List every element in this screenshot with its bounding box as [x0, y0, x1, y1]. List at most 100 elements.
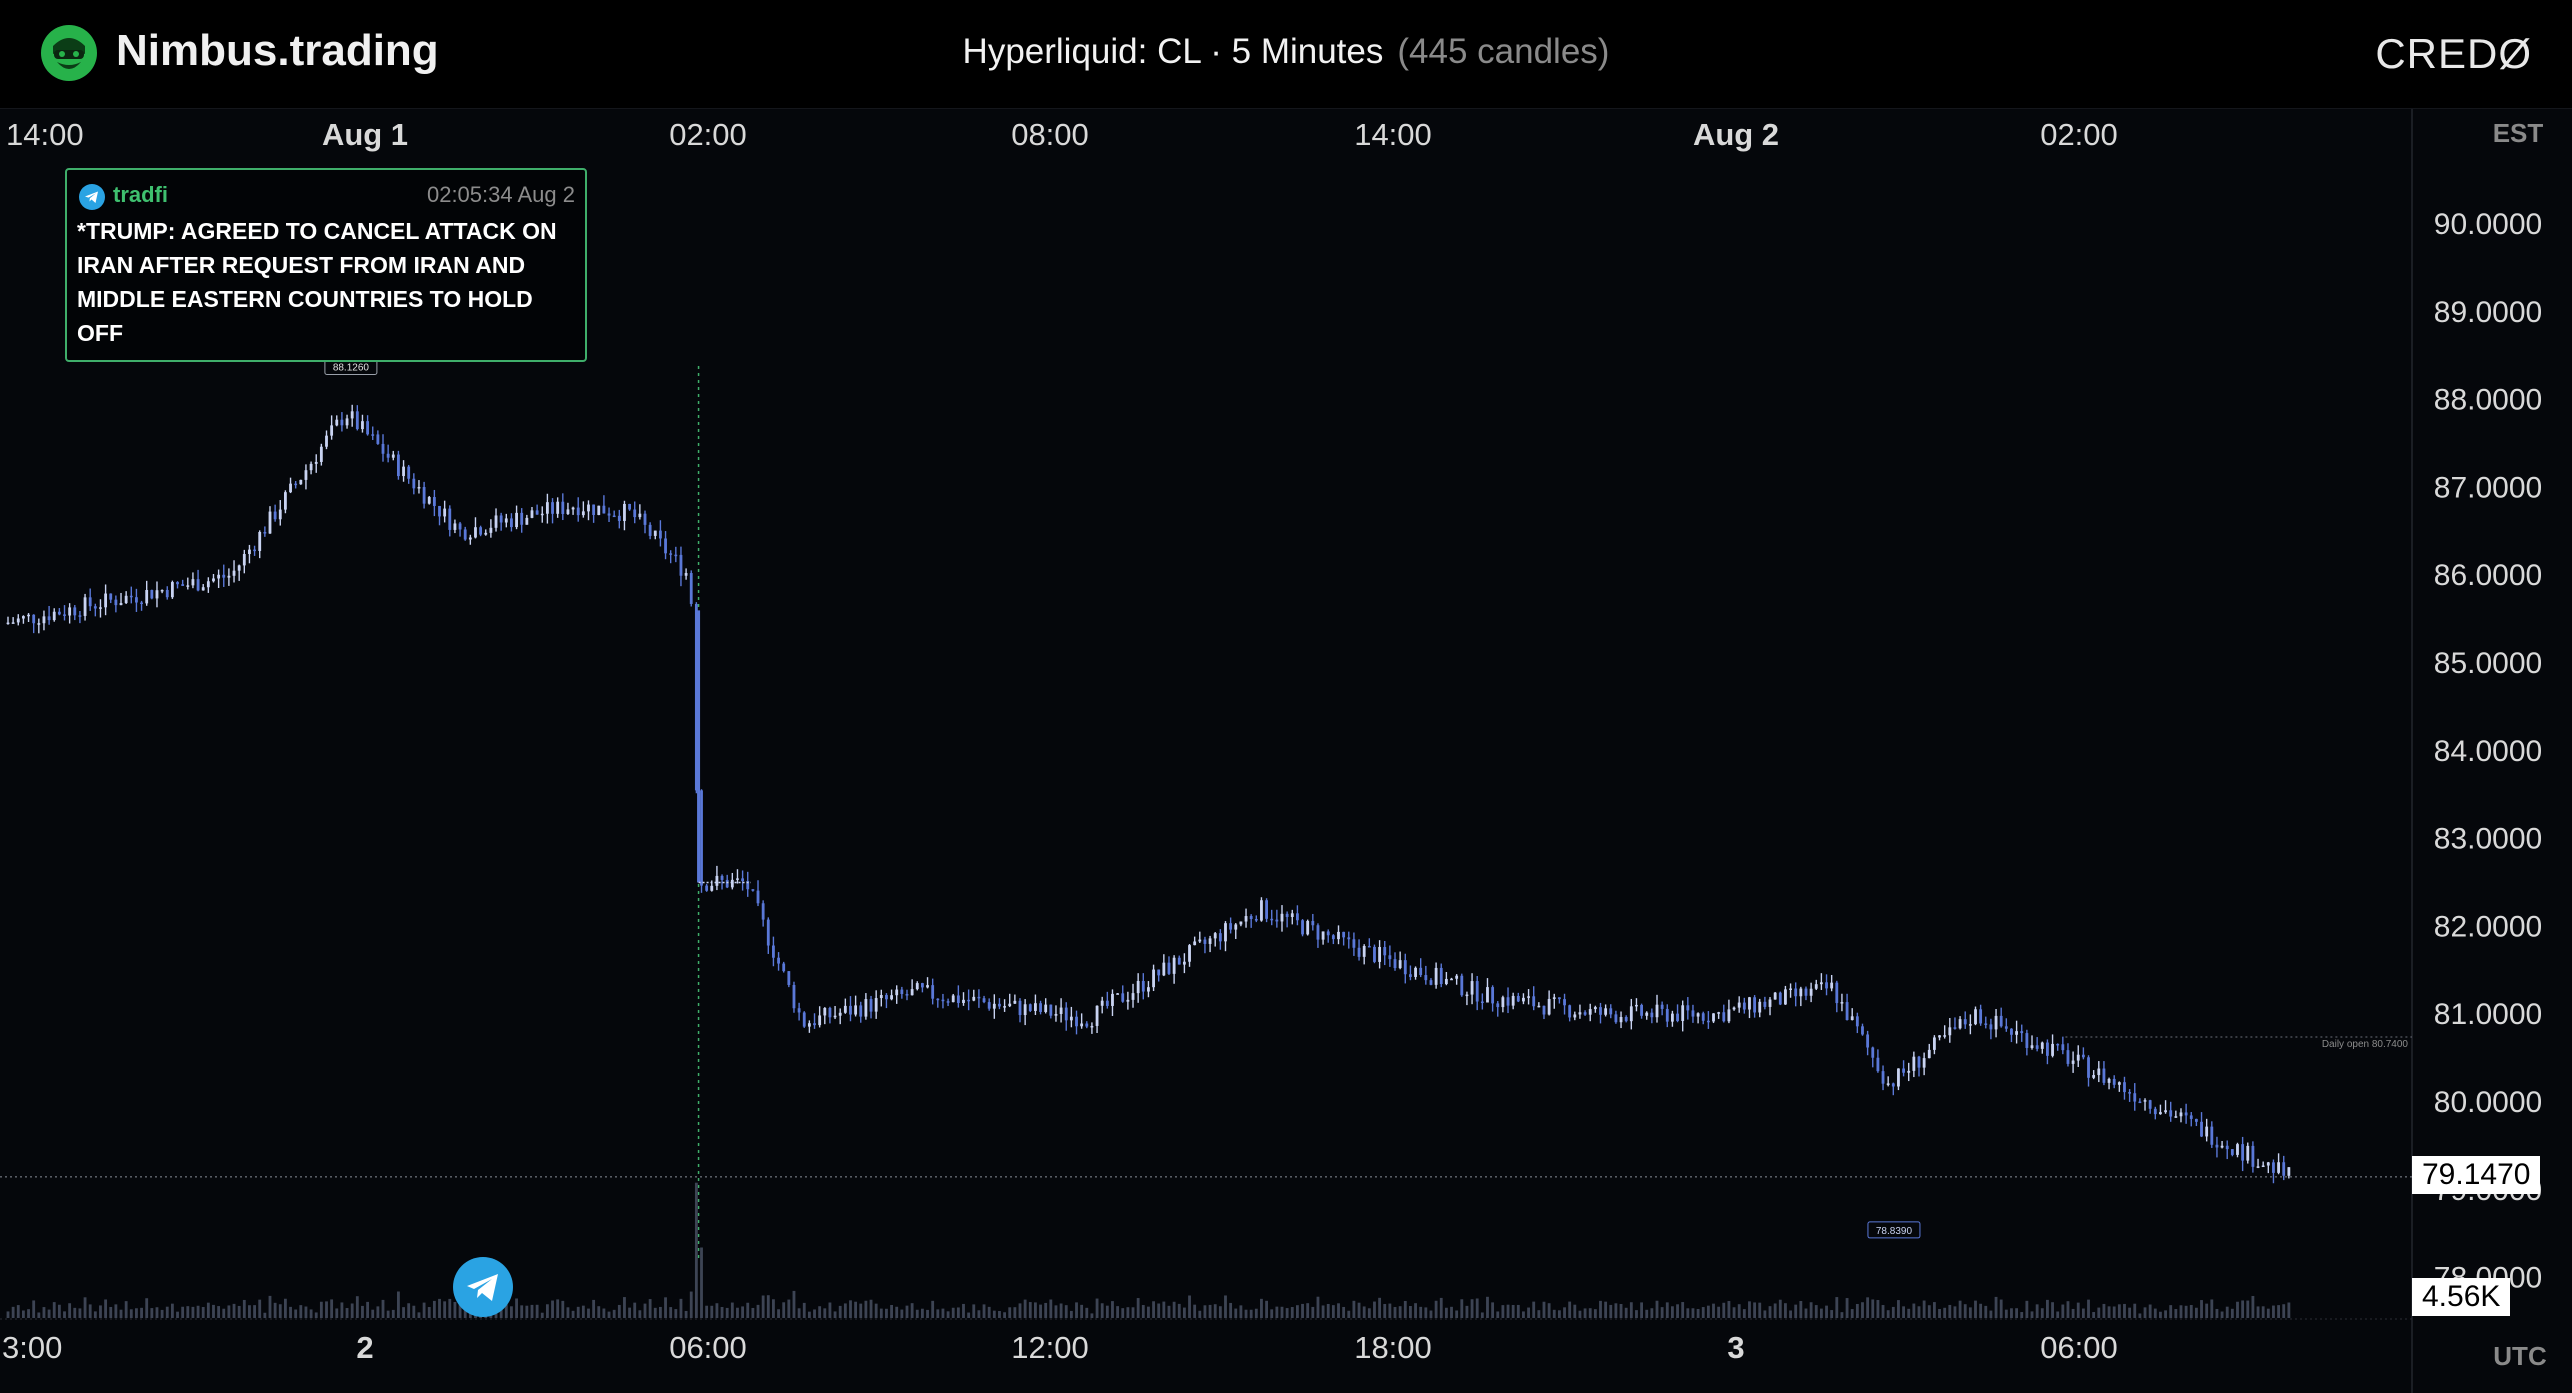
candle-body	[751, 889, 755, 891]
volume-bar	[212, 1304, 215, 1318]
volume-bar	[2030, 1311, 2034, 1318]
candle-body	[1064, 1007, 1068, 1021]
candle-body	[956, 995, 960, 1003]
candle-body	[1650, 1012, 1654, 1018]
volume-bar	[1460, 1299, 1464, 1318]
candle-body	[1773, 992, 1777, 1000]
candle-body	[1676, 1013, 1679, 1021]
candle-body	[83, 597, 87, 616]
candle-body	[1342, 931, 1346, 938]
candle-body	[1147, 987, 1150, 992]
candle-body	[371, 434, 375, 436]
candle-body	[2246, 1145, 2250, 1161]
volume-bar	[1999, 1299, 2003, 1318]
candle-body	[1794, 988, 1798, 997]
candle-body	[1295, 913, 1299, 921]
candle-body	[1974, 1009, 1977, 1025]
candle-body	[998, 1003, 1001, 1007]
price-tick-label: 81.0000	[2434, 998, 2542, 1031]
volume-bar	[2025, 1300, 2029, 1318]
candle-body	[16, 618, 20, 623]
chart-area[interactable]: 90.0000 89.0000 88.0000 87.0000 86.0000 85.00…	[0, 108, 2572, 1393]
candle-body	[479, 527, 483, 535]
candle-body	[1383, 947, 1387, 956]
candle-body	[1671, 1013, 1674, 1022]
volume-bar	[674, 1309, 678, 1318]
telegram-news-marker-icon[interactable]	[452, 1256, 514, 1318]
candle-body	[1681, 1005, 1685, 1021]
candle-body	[2117, 1082, 2121, 1085]
volume-bar	[1203, 1305, 1207, 1318]
candle-body	[890, 995, 893, 1000]
time-tick-bottom: 06:00	[2040, 1330, 2118, 1365]
volume-bar	[1157, 1303, 1161, 1318]
candle-body	[669, 553, 673, 555]
volume-bar	[109, 1306, 113, 1318]
volume-bar	[1907, 1308, 1911, 1318]
volume-bar	[150, 1308, 154, 1318]
volume-bar	[2061, 1304, 2065, 1318]
candle-body	[1804, 988, 1808, 996]
volume-bar	[571, 1310, 575, 1318]
candle-body	[2159, 1112, 2162, 1115]
candle-body	[2040, 1042, 2044, 1049]
volume-bar	[1362, 1306, 1366, 1318]
candle-body	[684, 573, 688, 576]
candle-body	[2112, 1078, 2116, 1085]
candle-body	[2251, 1145, 2255, 1167]
candle-body	[2287, 1167, 2291, 1176]
candle-body	[1866, 1034, 1870, 1048]
candle-body	[638, 513, 642, 518]
volume-bar	[854, 1301, 858, 1318]
candle-body	[1845, 1002, 1849, 1021]
candle-body	[1994, 1015, 1998, 1030]
candle-body	[1285, 913, 1289, 917]
candle-body	[2030, 1045, 2034, 1048]
volume-bar	[751, 1307, 755, 1318]
volume-bar	[962, 1303, 965, 1318]
candle-body	[289, 483, 292, 493]
volume-bar	[1506, 1304, 1510, 1318]
volume-bar	[170, 1303, 174, 1318]
volume-bar	[1393, 1307, 1397, 1318]
volume-bar	[987, 1306, 991, 1318]
candle-body	[2097, 1068, 2101, 1076]
volume-bar	[283, 1298, 287, 1318]
volume-bar	[1686, 1308, 1690, 1318]
volume-bar	[93, 1311, 97, 1318]
candle-body	[63, 614, 66, 616]
volume-bar	[1763, 1310, 1767, 1318]
candle-body	[633, 509, 637, 518]
candle-body	[1306, 920, 1310, 935]
volume-bar	[145, 1298, 149, 1318]
candle-body	[843, 1005, 847, 1013]
candle-body	[237, 565, 241, 571]
candle-body	[900, 989, 904, 995]
candle-body	[581, 511, 585, 516]
volume-bar	[1809, 1302, 1813, 1318]
volume-bar	[617, 1304, 621, 1318]
candle-body	[99, 607, 102, 609]
volume-bar	[648, 1299, 652, 1318]
candle-body	[319, 446, 323, 462]
volume-bar	[1439, 1297, 1443, 1318]
volume-bar	[2128, 1307, 2132, 1318]
volume-bar	[1516, 1304, 1520, 1318]
candle-body	[777, 957, 780, 964]
candle-body	[1768, 999, 1772, 1007]
candle-body	[181, 584, 185, 586]
volume-bar	[1552, 1309, 1556, 1318]
candle-body	[1301, 920, 1304, 935]
candle-body	[2225, 1145, 2229, 1150]
news-card[interactable]: tradfi 02:05:34 Aug 2 *TRUMP: AGREED TO …	[65, 168, 587, 362]
volume-bar	[258, 1299, 262, 1318]
volume-bar	[1814, 1305, 1818, 1318]
volume-bar	[1938, 1308, 1941, 1318]
volume-bar	[2071, 1308, 2075, 1318]
candle-body	[2066, 1050, 2070, 1064]
candle-body	[1989, 1024, 1993, 1030]
candle-body	[1208, 938, 1212, 944]
candle-body	[2010, 1028, 2013, 1035]
daily-open-label: Daily open 80.7400	[2322, 1039, 2409, 1050]
candle-body	[2020, 1031, 2024, 1034]
